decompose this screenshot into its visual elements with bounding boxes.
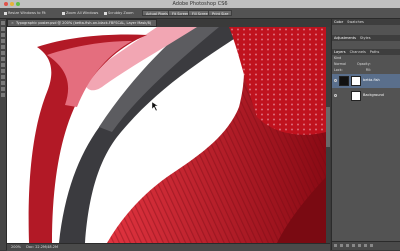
- app-title: Adobe Photoshop CS6: [172, 1, 228, 7]
- visibility-eye-icon[interactable]: [334, 94, 337, 97]
- right-panels: Color Swatches Adjustments Styles Layers Ch…: [331, 19, 400, 250]
- gradient-tool-icon[interactable]: [1, 75, 5, 79]
- marquee-tool-icon[interactable]: [1, 27, 5, 31]
- tab-swatches[interactable]: Swatches: [347, 20, 364, 24]
- options-bar: Resize Windows to Fit Zoom All Windows S…: [0, 8, 400, 19]
- tab-adjustments[interactable]: Adjustments: [334, 36, 356, 40]
- layer-style-icon[interactable]: [340, 244, 343, 247]
- layer-mask-thumbnail[interactable]: [351, 76, 361, 86]
- layer-name: Background: [363, 93, 384, 97]
- lasso-tool-icon[interactable]: [1, 33, 5, 37]
- type-tool-icon[interactable]: [1, 87, 5, 91]
- document-tab[interactable]: × Typographic poster.psd @ 200% (betta-fi…: [7, 19, 157, 27]
- adjustments-panel-body: [332, 41, 400, 49]
- fill-label: Fill:: [365, 68, 372, 72]
- brush-tool-icon[interactable]: [1, 57, 5, 61]
- pen-tool-icon[interactable]: [1, 81, 5, 85]
- checkbox-icon: [4, 11, 7, 15]
- crop-tool-icon[interactable]: [1, 45, 5, 49]
- trash-icon[interactable]: [370, 244, 373, 247]
- scrollbar-thumb[interactable]: [326, 107, 330, 147]
- layers-list: betta-fish Background: [332, 73, 400, 103]
- layer-thumbnail: [351, 91, 361, 101]
- tab-channels[interactable]: Channels: [350, 50, 366, 54]
- adjustment-layer-icon[interactable]: [352, 244, 355, 247]
- print-size-button[interactable]: Print Size: [208, 10, 233, 16]
- tab-paths[interactable]: Paths: [370, 50, 380, 54]
- tab-color[interactable]: Color: [334, 20, 343, 24]
- checkbox-icon: [62, 11, 65, 15]
- add-mask-icon[interactable]: [346, 244, 349, 247]
- eraser-tool-icon[interactable]: [1, 69, 5, 73]
- scrubby-zoom-option[interactable]: Scrubby Zoom: [104, 10, 134, 16]
- document-canvas[interactable]: [7, 27, 326, 243]
- doc-size: Doc: 22.2M/48.2M: [26, 245, 58, 249]
- clone-tool-icon[interactable]: [1, 63, 5, 67]
- link-layers-icon[interactable]: [334, 244, 337, 247]
- quick-select-tool-icon[interactable]: [1, 39, 5, 43]
- visibility-eye-icon[interactable]: [334, 79, 337, 82]
- layer-thumbnail: [339, 76, 349, 86]
- betta-fish-image: [7, 27, 326, 243]
- layer-name: betta-fish: [363, 78, 380, 82]
- title-bar: Adobe Photoshop CS6: [0, 0, 400, 8]
- layers-panel-footer: [332, 241, 400, 250]
- zoom-all-windows-option[interactable]: Zoom All Windows: [62, 10, 98, 16]
- eyedropper-tool-icon[interactable]: [1, 51, 5, 55]
- opacity-label: Opacity:: [357, 62, 371, 66]
- vertical-scrollbar[interactable]: [326, 27, 330, 243]
- blend-mode-select[interactable]: Normal: [334, 62, 346, 66]
- resize-windows-option[interactable]: Resize Windows to Fit: [4, 10, 46, 16]
- zoom-level[interactable]: 200%: [11, 245, 21, 249]
- layer-row-betta-fish[interactable]: betta-fish: [332, 74, 400, 88]
- checkbox-icon: [104, 11, 107, 15]
- tools-panel: [0, 19, 7, 250]
- new-layer-icon[interactable]: [364, 244, 367, 247]
- new-group-icon[interactable]: [358, 244, 361, 247]
- color-panel-body: [332, 25, 400, 35]
- lock-label: Lock:: [334, 68, 343, 72]
- tab-layers[interactable]: Layers: [334, 50, 346, 54]
- close-icon[interactable]: ×: [11, 21, 14, 25]
- move-tool-icon[interactable]: [1, 21, 5, 25]
- layer-row-background[interactable]: Background: [332, 89, 400, 103]
- tab-styles[interactable]: Styles: [360, 36, 371, 40]
- zoom-tool-icon[interactable]: [1, 93, 5, 97]
